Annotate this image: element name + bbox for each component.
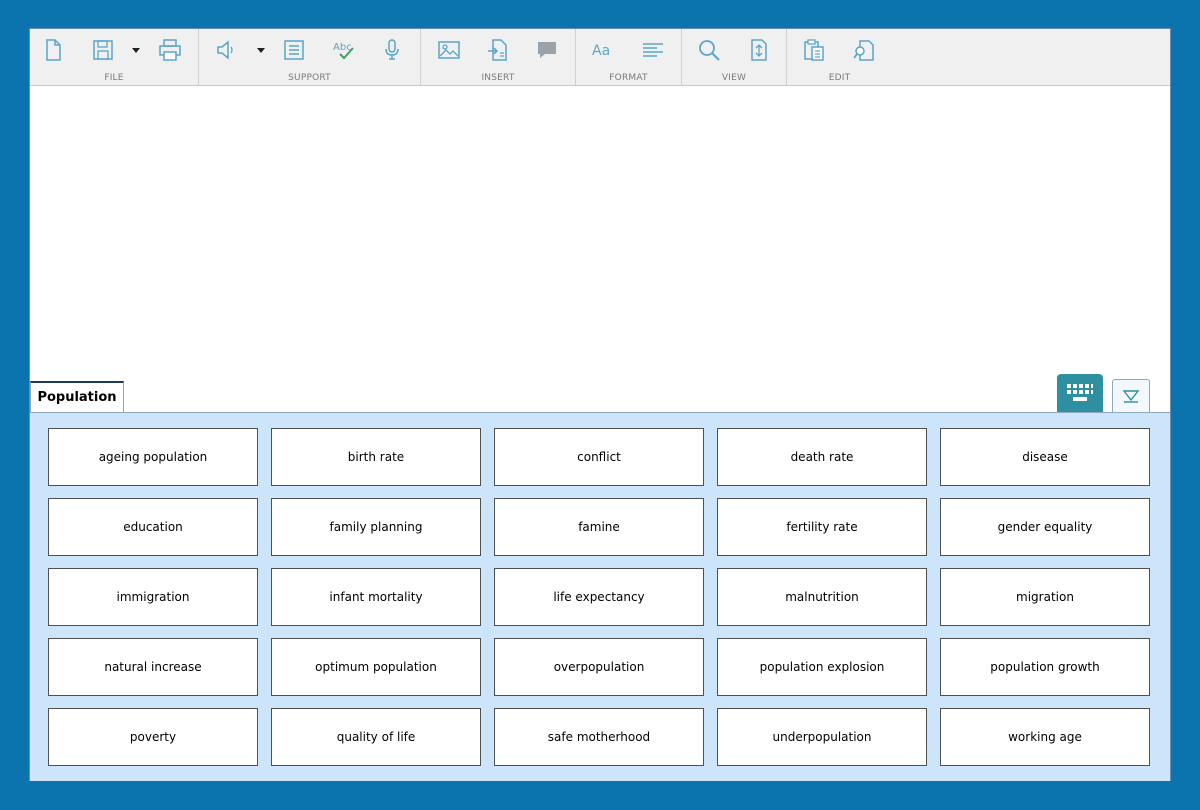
- word-processor-window: FILE Abc SUPPORT INSERT Aa FORMAT VIEW E…: [29, 28, 1171, 781]
- toolbar-group-support: Abc SUPPORT: [199, 29, 421, 85]
- word-list-icon[interactable]: [281, 37, 307, 63]
- document-editor[interactable]: [30, 86, 1170, 380]
- word-button[interactable]: optimum population: [271, 638, 481, 696]
- tab-population[interactable]: Population: [30, 381, 124, 412]
- toolbar-group-label: EDIT: [828, 73, 851, 83]
- spell-check-icon[interactable]: Abc: [331, 37, 357, 63]
- word-button[interactable]: safe motherhood: [494, 708, 704, 766]
- toolbar-group-label: FILE: [104, 73, 124, 83]
- word-button[interactable]: population explosion: [717, 638, 927, 696]
- insert-page-icon[interactable]: [485, 37, 511, 63]
- svg-text:Aa: Aa: [592, 43, 610, 59]
- collapse-panel-button[interactable]: [1112, 379, 1150, 412]
- word-button[interactable]: gender equality: [940, 498, 1150, 556]
- paste-icon[interactable]: [801, 37, 827, 63]
- keyboard-button[interactable]: [1057, 374, 1103, 412]
- font-icon[interactable]: Aa: [590, 37, 616, 63]
- new-document-icon[interactable]: [40, 37, 66, 63]
- toolbar-group-label: INSERT: [481, 73, 515, 83]
- page-view-icon[interactable]: [746, 37, 772, 63]
- toolbar-group-edit: EDIT: [787, 29, 892, 85]
- word-button[interactable]: famine: [494, 498, 704, 556]
- word-button[interactable]: immigration: [48, 568, 258, 626]
- word-button[interactable]: underpopulation: [717, 708, 927, 766]
- microphone-icon[interactable]: [379, 37, 405, 63]
- word-button[interactable]: poverty: [48, 708, 258, 766]
- comment-icon[interactable]: [534, 37, 560, 63]
- word-button[interactable]: population growth: [940, 638, 1150, 696]
- collapse-triangle-icon: [1122, 390, 1140, 403]
- print-icon[interactable]: [157, 37, 183, 63]
- word-button[interactable]: overpopulation: [494, 638, 704, 696]
- word-button[interactable]: death rate: [717, 428, 927, 486]
- save-dropdown-icon[interactable]: [131, 45, 141, 55]
- word-bank-panel: ageing population birth rate conflict death…: [30, 412, 1170, 781]
- find-replace-icon[interactable]: [851, 37, 877, 63]
- word-button[interactable]: fertility rate: [717, 498, 927, 556]
- toolbar-group-label: SUPPORT: [288, 73, 331, 83]
- keyboard-icon: [1067, 384, 1093, 401]
- toolbar-group-file: FILE: [30, 29, 199, 85]
- toolbar-group-format: Aa FORMAT: [576, 29, 682, 85]
- word-button[interactable]: quality of life: [271, 708, 481, 766]
- speaker-dropdown-icon[interactable]: [256, 45, 266, 55]
- toolbar-group-view: VIEW: [682, 29, 787, 85]
- word-button[interactable]: conflict: [494, 428, 704, 486]
- toolbar-group-label: FORMAT: [609, 73, 648, 83]
- word-button[interactable]: migration: [940, 568, 1150, 626]
- word-button[interactable]: ageing population: [48, 428, 258, 486]
- toolbar-group-label: VIEW: [721, 73, 747, 83]
- zoom-icon[interactable]: [696, 37, 722, 63]
- speaker-icon[interactable]: [213, 37, 239, 63]
- word-button[interactable]: birth rate: [271, 428, 481, 486]
- image-icon[interactable]: [436, 37, 462, 63]
- word-button[interactable]: natural increase: [48, 638, 258, 696]
- word-button[interactable]: infant mortality: [271, 568, 481, 626]
- toolbar: FILE Abc SUPPORT INSERT Aa FORMAT VIEW E…: [30, 29, 1170, 86]
- word-button[interactable]: working age: [940, 708, 1150, 766]
- align-icon[interactable]: [640, 37, 666, 63]
- toolbar-group-insert: INSERT: [421, 29, 576, 85]
- word-button[interactable]: family planning: [271, 498, 481, 556]
- word-button[interactable]: education: [48, 498, 258, 556]
- word-button[interactable]: life expectancy: [494, 568, 704, 626]
- word-button[interactable]: disease: [940, 428, 1150, 486]
- save-icon[interactable]: [90, 37, 116, 63]
- word-grid: ageing population birth rate conflict death…: [48, 428, 1150, 766]
- word-button[interactable]: malnutrition: [717, 568, 927, 626]
